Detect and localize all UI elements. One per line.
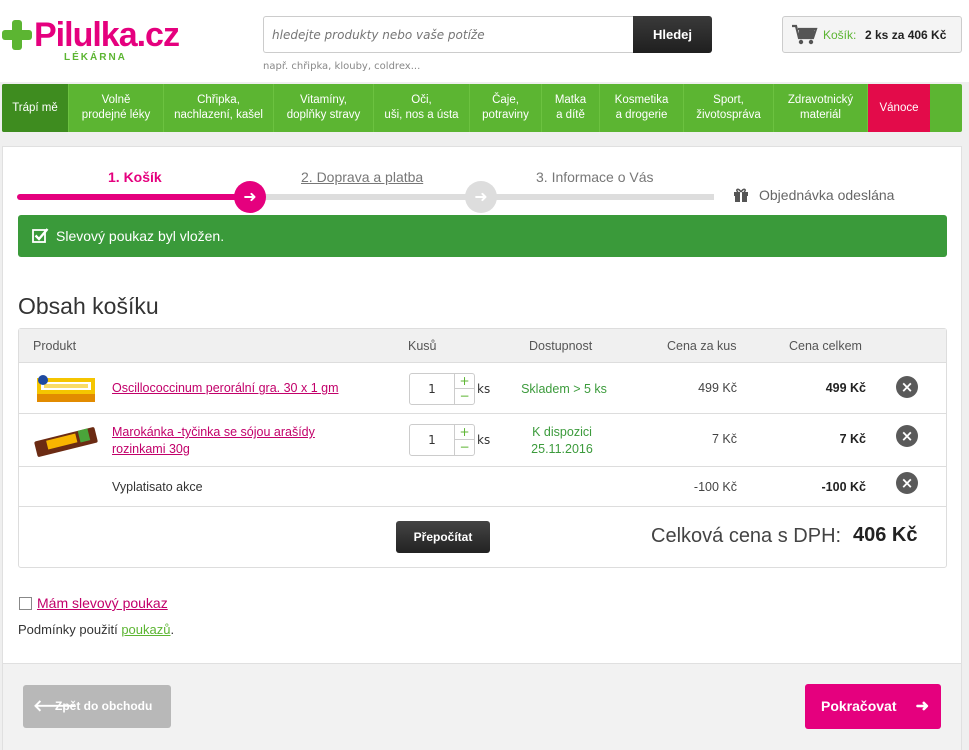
step-info: 3. Informace o Vás — [536, 169, 654, 185]
discount-total: -100 Kč — [821, 480, 866, 494]
nav-item-kosmetika[interactable]: Kosmetika a drogerie — [600, 84, 684, 132]
nav-item-label: Chřipka, nachlazení, kašel — [174, 94, 263, 121]
progress-done — [17, 194, 242, 200]
header-qty: Kusů — [408, 339, 437, 353]
remove-icon[interactable]: × — [896, 376, 918, 398]
search-bar: Hledej — [263, 16, 712, 53]
nav-item-label: Oči, uši, nos a ústa — [384, 94, 459, 121]
unit-price: 499 Kč — [698, 381, 737, 395]
continue-button-label: Pokračovat — [821, 698, 897, 714]
nav-item-label: Kosmetika a drogerie — [614, 94, 669, 121]
nav-item-sport[interactable]: Sport, životospráva — [684, 84, 774, 132]
nav-item-oci[interactable]: Oči, uši, nos a ústa — [374, 84, 470, 132]
voucher-checkbox[interactable] — [19, 597, 32, 610]
product-image — [34, 427, 98, 457]
footer-bar: 🡐 Zpět do obchodu Pokračovat ➜ — [3, 663, 961, 750]
quantity-value[interactable]: 1 — [410, 374, 454, 404]
terms-end: . — [170, 622, 175, 637]
minus-icon[interactable]: − — [454, 389, 474, 404]
cart-summary-button[interactable]: Košík: 2 ks za 406 Kč — [782, 16, 962, 53]
step-arrow-icon: ➜ — [465, 181, 497, 213]
back-to-shop-button[interactable]: 🡐 Zpět do obchodu — [23, 685, 171, 728]
nav-item-label: Vitamíny, doplňky stravy — [286, 94, 361, 121]
nav-item-matka[interactable]: Matka a dítě — [542, 84, 600, 132]
search-input[interactable] — [263, 16, 635, 53]
table-row: Oscillococcinum perorální gra. 30 x 1 gm… — [19, 364, 946, 414]
nav-item-chripka[interactable]: Chřipka, nachlazení, kašel — [164, 84, 274, 132]
terms-link[interactable]: poukazů — [121, 622, 170, 637]
arrow-right-icon: ➜ — [915, 698, 929, 715]
recalculate-button[interactable]: Přepočítat — [396, 521, 490, 553]
nav-item-label: Zdravotnický materiál — [787, 94, 854, 121]
plus-icon[interactable]: + — [454, 425, 474, 440]
header-availability: Dostupnost — [529, 339, 593, 353]
nav-item-vitaminy[interactable]: Vitamíny, doplňky stravy — [274, 84, 374, 132]
header-unit-price: Cena za kus — [667, 339, 737, 353]
logo[interactable]: Pilulka.cz LÉKÁRNA — [2, 16, 202, 66]
quantity-value[interactable]: 1 — [410, 425, 454, 455]
line-total: 7 Kč — [839, 432, 866, 446]
section-title: Obsah košíku — [18, 293, 159, 319]
nav-item-vanoce[interactable]: Vánoce — [868, 84, 930, 132]
voucher-terms: Podmínky použití poukazů. — [18, 622, 174, 637]
step-shipping[interactable]: 2. Doprava a platba — [301, 169, 423, 185]
product-image — [37, 375, 95, 402]
checkbox-checked-icon — [32, 228, 49, 243]
arrow-left-icon: 🡐 — [33, 698, 76, 715]
nav-item-volne-prodejne[interactable]: Volně prodejné léky — [69, 84, 164, 132]
nav-item-label: Matka a dítě — [554, 94, 587, 121]
logo-text: Pilulka.cz — [34, 16, 180, 54]
grand-total-value: 406 Kč — [853, 524, 918, 546]
unit-price: 7 Kč — [711, 432, 737, 446]
remove-icon[interactable]: × — [896, 425, 918, 447]
product-link[interactable]: Marokánka -tyčinka se sójou arašídy rozi… — [112, 424, 332, 458]
nav-item-label: Čaje, potraviny — [482, 94, 529, 121]
logo-subtitle: LÉKÁRNA — [64, 52, 127, 63]
table-header: Produkt Kusů Dostupnost Cena za kus Cena… — [19, 329, 946, 363]
main-navigation: Trápí mě Volně prodejné léky Chřipka, na… — [2, 84, 962, 132]
quantity-stepper[interactable]: 1 + − — [409, 373, 475, 405]
nav-item-label: Volně prodejné léky — [81, 94, 151, 121]
nav-item-label: Sport, životospráva — [696, 94, 761, 121]
search-button[interactable]: Hledej — [633, 16, 712, 53]
gift-icon — [734, 188, 748, 202]
logo-plus-icon — [2, 20, 32, 50]
nav-item-caje[interactable]: Čaje, potraviny — [470, 84, 542, 132]
step-cart: 1. Košík — [108, 169, 162, 185]
nav-item-trapi-me[interactable]: Trápí mě — [2, 84, 69, 132]
product-link[interactable]: Oscillococcinum perorální gra. 30 x 1 gm — [112, 381, 338, 395]
site-header: Pilulka.cz LÉKÁRNA Hledej např. chřipka,… — [0, 0, 969, 82]
table-row: Marokánka -tyčinka se sójou arašídy rozi… — [19, 414, 946, 467]
discount-unit-price: -100 Kč — [693, 480, 737, 494]
plus-icon[interactable]: + — [454, 374, 474, 389]
voucher-link[interactable]: Mám slevový poukaz — [37, 595, 168, 611]
terms-text: Podmínky použití — [18, 622, 122, 637]
search-hint: např. chřipka, klouby, coldrex... — [263, 61, 421, 72]
cart-panel: 1. Košík 2. Doprava a platba 3. Informac… — [2, 146, 962, 750]
header-product: Produkt — [33, 339, 77, 353]
discount-label: Vyplatisato akce — [112, 480, 203, 494]
grand-total-label: Celková cena s DPH: — [651, 525, 842, 547]
remove-icon[interactable]: × — [896, 472, 918, 494]
minus-icon[interactable]: − — [454, 440, 474, 455]
cart-value: 2 ks za 406 Kč — [865, 28, 947, 42]
alert-text: Slevový poukaz byl vložen. — [56, 228, 225, 244]
quantity-unit: ks — [477, 433, 491, 447]
cart-icon — [792, 24, 818, 45]
voucher-alert: Slevový poukaz byl vložen. — [18, 215, 947, 257]
availability: K dispozici 25.11.2016 — [531, 425, 593, 456]
header-total: Cena celkem — [789, 339, 862, 353]
nav-item-zdravotnicky[interactable]: Zdravotnický materiál — [774, 84, 868, 132]
quantity-unit: ks — [477, 382, 491, 396]
continue-button[interactable]: Pokračovat ➜ — [805, 684, 941, 729]
quantity-stepper[interactable]: 1 + − — [409, 424, 475, 456]
nav-item-label: Trápí mě — [12, 101, 58, 114]
nav-item-label: Vánoce — [879, 101, 919, 114]
step-arrow-icon: ➜ — [234, 181, 266, 213]
line-total: 499 Kč — [825, 381, 866, 395]
availability: Skladem > 5 ks — [521, 382, 607, 396]
discount-row: Vyplatisato akce -100 Kč -100 Kč × — [19, 467, 946, 507]
cart-label: Košík: — [823, 28, 857, 42]
step-order-sent: Objednávka odeslána — [759, 187, 895, 203]
